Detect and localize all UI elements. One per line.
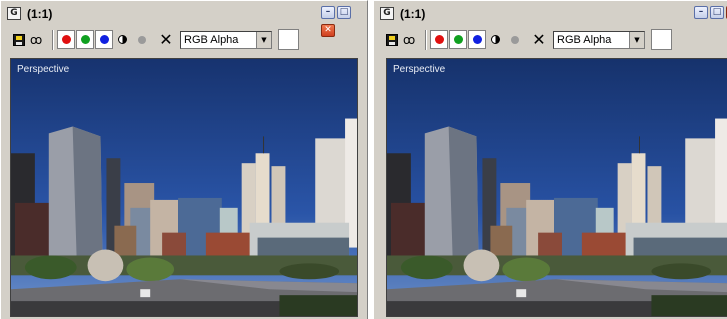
city-render-image: [11, 59, 357, 316]
frame-buffer-window-right: G (1:1) –□✕ ꝏ ✕ RGB Alpha ▼ Perspective: [373, 0, 727, 319]
frame-buffer-window-left: G (1:1) – □ ✕ ꝏ ✕ RGB Alpha ▼ Perspective: [0, 0, 368, 319]
alpha-icon: [511, 36, 519, 44]
blue-channel-button[interactable]: [95, 30, 113, 49]
toolbar: ꝏ ✕ RGB Alpha ▼: [379, 28, 727, 52]
monochrome-icon: [118, 35, 127, 44]
viewport-label: Perspective: [17, 64, 70, 75]
app-icon[interactable]: G: [7, 7, 21, 20]
maximize-button[interactable]: □: [337, 6, 351, 19]
app-icon[interactable]: G: [380, 7, 394, 20]
maximize-button[interactable]: □: [710, 6, 724, 19]
title-bar[interactable]: G (1:1) –□✕: [1, 1, 367, 37]
close-icon: ✕: [532, 30, 546, 49]
blue-channel-button[interactable]: [468, 30, 486, 49]
toolbar-separator: [52, 30, 54, 50]
green-channel-button[interactable]: [76, 30, 94, 49]
close-icon: ✕: [159, 30, 173, 49]
window-title: (1:1): [27, 7, 53, 21]
chevron-down-icon[interactable]: ▼: [629, 32, 644, 48]
alpha-icon: [138, 36, 146, 44]
monochrome-icon: [491, 35, 500, 44]
title-bar[interactable]: G (1:1) –□✕: [374, 1, 727, 25]
clear-button[interactable]: ✕: [157, 30, 175, 49]
red-channel-button[interactable]: [430, 30, 448, 49]
green-channel-button[interactable]: [449, 30, 467, 49]
save-icon[interactable]: [13, 34, 25, 46]
alpha-channel-button[interactable]: [506, 30, 524, 49]
city-render-image: [387, 59, 727, 316]
window-title: (1:1): [400, 7, 426, 21]
monochrome-button[interactable]: [114, 30, 132, 49]
channel-display-value: RGB Alpha: [557, 34, 612, 46]
channel-display-select[interactable]: RGB Alpha ▼: [553, 31, 645, 49]
viewport-label: Perspective: [393, 64, 446, 75]
clear-button[interactable]: ✕: [530, 30, 548, 49]
chevron-down-icon[interactable]: ▼: [256, 32, 271, 48]
rendered-image-viewport[interactable]: Perspective: [10, 58, 358, 317]
alpha-channel-button[interactable]: [133, 30, 151, 49]
rendered-image-viewport[interactable]: Perspective: [386, 58, 727, 317]
toolbar: ꝏ ✕ RGB Alpha ▼: [6, 28, 367, 52]
channel-display-value: RGB Alpha: [184, 34, 239, 46]
red-channel-button[interactable]: [57, 30, 75, 49]
color-swatch[interactable]: [278, 29, 299, 50]
clone-icon[interactable]: ꝏ: [403, 32, 421, 48]
color-swatch[interactable]: [651, 29, 672, 50]
minimize-button[interactable]: –: [694, 6, 708, 19]
save-icon[interactable]: [386, 34, 398, 46]
minimize-button[interactable]: –: [321, 6, 335, 19]
channel-display-select[interactable]: RGB Alpha ▼: [180, 31, 272, 49]
toolbar-separator: [425, 30, 427, 50]
monochrome-button[interactable]: [487, 30, 505, 49]
clone-icon[interactable]: ꝏ: [30, 32, 48, 48]
